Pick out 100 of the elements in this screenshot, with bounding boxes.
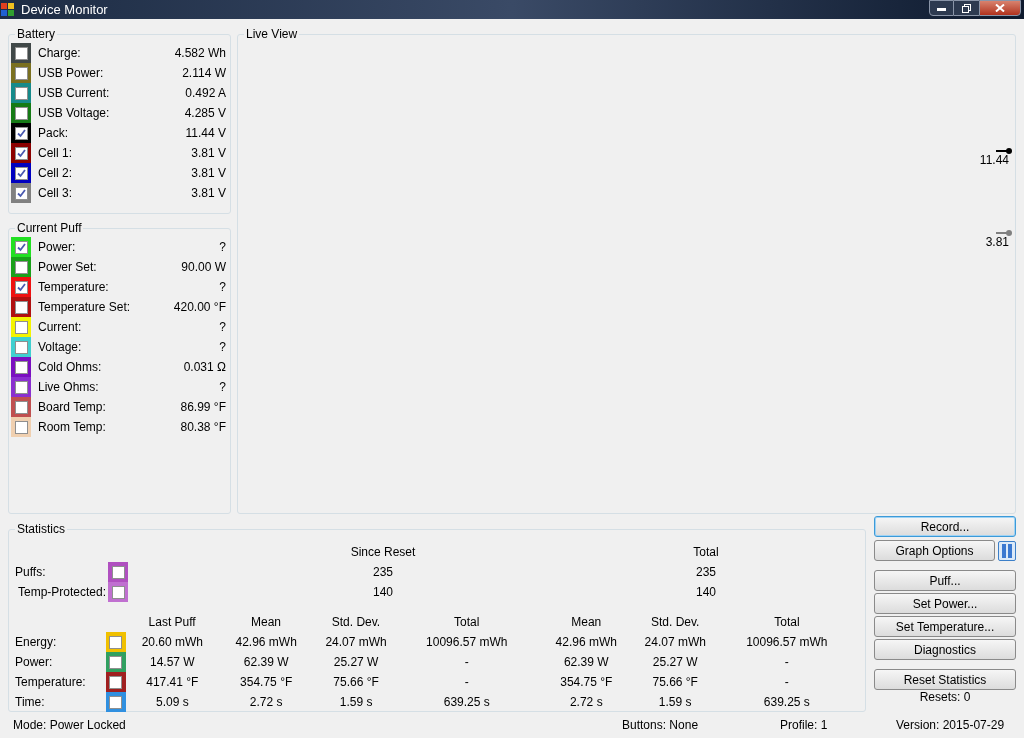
group-title: Battery — [15, 27, 57, 41]
column-header: Std. Dev. — [649, 614, 701, 631]
table-cell-text: 2.72 s — [248, 694, 284, 711]
marker-value: 11.44 — [979, 154, 1009, 166]
reading-label: Pack: — [38, 125, 69, 142]
reading-label: Power Set: — [38, 259, 98, 276]
reading-label: Voltage: — [38, 339, 83, 356]
table-cell-text: 639.25 s — [762, 694, 811, 711]
reading-label: Board Temp: — [38, 399, 107, 416]
action-button[interactable]: Puff... — [874, 570, 1016, 591]
minimize-button[interactable] — [929, 0, 954, 16]
table-cell-text: 75.66 °F — [332, 674, 380, 691]
row-label: Temperature: — [15, 674, 87, 691]
table-cell-text: 42.96 mWh — [234, 634, 298, 651]
row-label: Time: — [15, 694, 46, 711]
row-label: Puffs: — [15, 564, 47, 581]
column-header: Total — [773, 614, 801, 631]
minimize-icon — [937, 8, 946, 11]
row-label: Power: — [15, 654, 54, 671]
reading-value: 420.00 °F — [173, 299, 226, 316]
close-icon — [995, 4, 1005, 12]
table-cell-text: - — [783, 654, 790, 671]
table-cell-text: 354.75 °F — [239, 674, 294, 691]
reading-value: 2.114 W — [182, 65, 226, 82]
reading-label: Charge: — [38, 45, 82, 62]
table-cell-text: 62.39 W — [562, 654, 610, 671]
table-cell-text: 2.72 s — [568, 694, 604, 711]
pause-icon — [1002, 543, 1012, 558]
reading-value: 0.031 Ω — [183, 359, 226, 376]
reading-label: USB Current: — [38, 85, 111, 102]
status-mode: Mode: Power Locked — [13, 717, 127, 734]
restore-icon — [962, 3, 971, 13]
table-cell-text: 235 — [372, 564, 394, 581]
table-cell-text: 639.25 s — [442, 694, 491, 711]
reading-label: Temperature: — [38, 279, 110, 296]
resets-count: Resets: 0 — [918, 690, 972, 705]
reading-label: Power: — [38, 239, 77, 256]
column-header: Since Reset — [349, 544, 417, 561]
table-cell-text: 42.96 mWh — [554, 634, 618, 651]
column-header: Std. Dev. — [330, 614, 382, 631]
action-button[interactable]: Record... — [874, 516, 1016, 537]
status-version: Version: 2015-07-29 — [896, 717, 1005, 734]
reading-value: 3.81 V — [191, 165, 226, 182]
table-cell-text: 235 — [695, 564, 717, 581]
reading-label: Room Temp: — [38, 419, 107, 436]
column-header: Total — [692, 544, 720, 561]
reading-value: ? — [219, 379, 226, 396]
reading-label: Current: — [38, 319, 83, 336]
reading-value: 90.00 W — [181, 259, 226, 276]
table-cell-text: 25.27 W — [332, 654, 380, 671]
restore-button[interactable] — [954, 0, 979, 16]
action-button[interactable]: Graph Options — [874, 540, 995, 561]
reading-label: Cell 3: — [38, 185, 73, 202]
reading-label: Cell 2: — [38, 165, 73, 182]
table-cell-text: 1.59 s — [657, 694, 693, 711]
action-button[interactable]: Set Temperature... — [874, 616, 1016, 637]
reading-value: ? — [219, 339, 226, 356]
action-button[interactable]: Reset Statistics — [874, 669, 1016, 690]
reading-label: USB Power: — [38, 65, 105, 82]
window-title: Device Monitor — [21, 0, 108, 19]
table-cell-text: 10096.57 mWh — [745, 634, 829, 651]
reading-value: 0.492 A — [185, 85, 226, 102]
reading-value: 80.38 °F — [180, 419, 226, 436]
row-label: Temp-Protected: — [17, 584, 108, 601]
reading-label: Temperature Set: — [38, 299, 132, 316]
close-button[interactable] — [979, 0, 1021, 16]
row-label: Energy: — [15, 634, 58, 651]
checkmark-icon — [16, 282, 26, 292]
group-title: Current Puff — [15, 221, 84, 235]
table-cell-text: 10096.57 mWh — [425, 634, 509, 651]
group-title: Live View — [244, 27, 300, 41]
table-cell-text: 417.41 °F — [145, 674, 200, 691]
table-cell-text: 14.57 W — [148, 654, 196, 671]
reading-label: Cell 1: — [38, 145, 73, 162]
reading-label: Live Ohms: — [38, 379, 100, 396]
app-icon — [1, 2, 15, 17]
table-cell-text: 354.75 °F — [559, 674, 614, 691]
column-header: Last Puff — [147, 614, 197, 631]
reading-value: ? — [219, 239, 226, 256]
table-cell-text: 20.60 mWh — [140, 634, 204, 651]
action-button[interactable]: Set Power... — [874, 593, 1016, 614]
reading-value: 11.44 V — [185, 125, 226, 142]
table-cell-text: 62.39 W — [242, 654, 290, 671]
reading-value: ? — [219, 279, 226, 296]
reading-value: ? — [219, 319, 226, 336]
pause-toggle[interactable] — [998, 540, 1016, 561]
action-button[interactable]: Diagnostics — [874, 639, 1016, 660]
column-header: Mean — [250, 614, 283, 631]
status-buttons: Buttons: None — [622, 716, 780, 734]
reading-value: 3.81 V — [191, 145, 226, 162]
reading-value: 86.99 °F — [180, 399, 226, 416]
group-title: Statistics — [15, 522, 67, 536]
table-cell-text: 24.07 mWh — [324, 634, 388, 651]
marker-value: 3.81 — [985, 236, 1009, 248]
table-cell-text: - — [463, 654, 470, 671]
table-cell-text: 140 — [372, 584, 394, 601]
table-cell-text: - — [463, 674, 470, 691]
reading-value: 4.582 Wh — [174, 45, 226, 62]
table-cell-text: 75.66 °F — [651, 674, 699, 691]
status-profile: Profile: 1 — [780, 717, 829, 734]
